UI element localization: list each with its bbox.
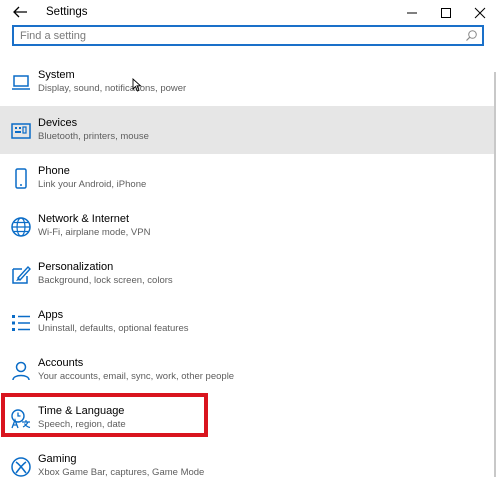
laptop-icon	[12, 75, 30, 90]
mouse-cursor-icon	[132, 78, 142, 92]
person-icon	[12, 361, 30, 381]
maximize-icon[interactable]	[437, 4, 455, 22]
search-box[interactable]	[12, 25, 484, 46]
search-input[interactable]	[14, 27, 460, 44]
category-label: Time & Language	[38, 405, 125, 417]
settings-category-list: System Display, sound, notifications, po…	[0, 58, 494, 490]
category-label: Gaming	[38, 453, 77, 465]
window-title: Settings	[46, 6, 88, 18]
category-personalization[interactable]: Personalization Background, lock screen,…	[0, 250, 494, 298]
xbox-icon	[11, 457, 31, 477]
minimize-icon[interactable]	[403, 4, 421, 22]
category-label: Apps	[38, 309, 64, 321]
time-language-icon	[11, 409, 31, 429]
category-description: Bluetooth, printers, mouse	[38, 131, 149, 142]
title-bar: Settings	[0, 0, 497, 26]
category-description: Uninstall, defaults, optional features	[38, 323, 189, 334]
keyboard-icon	[11, 123, 31, 139]
category-gaming[interactable]: Gaming Xbox Game Bar, captures, Game Mod…	[0, 442, 494, 490]
category-time-language[interactable]: Time & Language Speech, region, date	[0, 394, 494, 442]
close-icon[interactable]	[471, 4, 489, 22]
globe-icon	[11, 217, 31, 237]
apps-list-icon	[12, 315, 30, 331]
category-label: Devices	[38, 117, 78, 129]
category-devices[interactable]: Devices Bluetooth, printers, mouse	[0, 106, 494, 154]
category-description: Your accounts, email, sync, work, other …	[38, 371, 235, 382]
category-system[interactable]: System Display, sound, notifications, po…	[0, 58, 494, 106]
category-label: System	[38, 69, 75, 81]
category-network-internet[interactable]: Network & Internet Wi-Fi, airplane mode,…	[0, 202, 494, 250]
phone-icon	[15, 168, 27, 189]
category-phone[interactable]: Phone Link your Android, iPhone	[0, 154, 494, 202]
paintbrush-icon	[12, 265, 31, 284]
category-label: Accounts	[38, 357, 84, 369]
category-description: Display, sound, notifications, power	[38, 83, 187, 94]
category-description: Speech, region, date	[38, 419, 126, 430]
category-label: Network & Internet	[38, 213, 130, 225]
scrollbar[interactable]	[494, 72, 496, 477]
back-arrow-icon[interactable]	[10, 3, 30, 21]
category-description: Background, lock screen, colors	[38, 275, 173, 286]
category-description: Wi-Fi, airplane mode, VPN	[38, 227, 151, 238]
category-description: Xbox Game Bar, captures, Game Mode	[38, 467, 205, 478]
search-icon[interactable]	[465, 29, 478, 42]
category-label: Phone	[38, 165, 70, 177]
category-apps[interactable]: Apps Uninstall, defaults, optional featu…	[0, 298, 494, 346]
category-label: Personalization	[38, 261, 114, 273]
category-description: Link your Android, iPhone	[38, 179, 147, 190]
category-accounts[interactable]: Accounts Your accounts, email, sync, wor…	[0, 346, 494, 394]
